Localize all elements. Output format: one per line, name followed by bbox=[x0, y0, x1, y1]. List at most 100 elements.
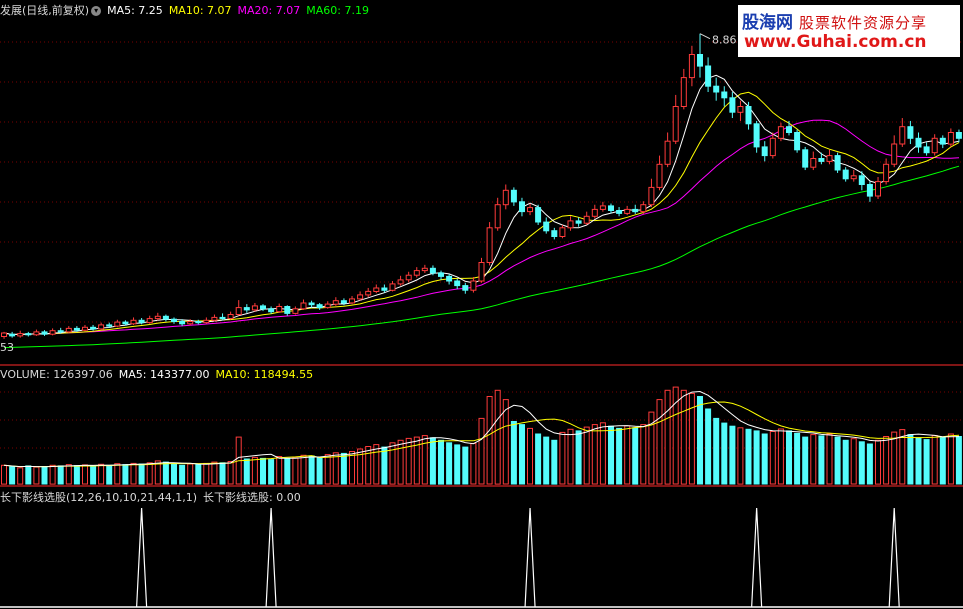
candle bbox=[899, 126, 906, 145]
candle bbox=[235, 307, 242, 316]
candle bbox=[608, 205, 614, 211]
candle bbox=[1, 332, 7, 337]
volume-bar bbox=[632, 427, 639, 485]
candle bbox=[656, 163, 663, 188]
candle bbox=[810, 158, 817, 168]
volume-bar bbox=[397, 439, 404, 485]
ma60-label: MA60: 7.19 bbox=[306, 4, 369, 17]
volume-bar bbox=[850, 438, 857, 485]
candle bbox=[421, 267, 428, 272]
volume-bar bbox=[769, 431, 776, 485]
volume-bar bbox=[786, 430, 792, 485]
candle bbox=[697, 54, 703, 67]
candle bbox=[575, 220, 582, 224]
volume-bar bbox=[640, 424, 647, 485]
volume-bar bbox=[260, 457, 266, 485]
candle bbox=[527, 207, 533, 213]
volume-bar bbox=[567, 428, 574, 485]
candle bbox=[616, 210, 623, 214]
candle bbox=[721, 91, 728, 99]
volume-bar bbox=[777, 428, 784, 485]
volume-bar bbox=[284, 458, 291, 485]
stock-chart[interactable]: 8.86 53 bbox=[0, 0, 963, 609]
indicator-header: 长下影线选股(12,26,10,10,21,44,1,1) 长下影线选股: 0.0… bbox=[0, 489, 307, 505]
volume-bar bbox=[470, 442, 477, 485]
candle bbox=[324, 303, 331, 309]
volume-ma10-label: MA10: 118494.55 bbox=[215, 368, 314, 381]
candle bbox=[454, 280, 461, 287]
candle bbox=[502, 189, 509, 206]
volume-bar bbox=[680, 389, 687, 485]
candle bbox=[211, 316, 218, 321]
volume-bar bbox=[57, 465, 64, 485]
candle bbox=[90, 326, 97, 330]
candle bbox=[187, 321, 194, 325]
volume-bar bbox=[373, 444, 380, 485]
volume-bar bbox=[907, 434, 914, 485]
volume-bar bbox=[41, 466, 48, 485]
candle bbox=[664, 140, 671, 165]
candle bbox=[883, 163, 890, 183]
candle bbox=[931, 137, 938, 154]
candle bbox=[57, 330, 64, 333]
candle bbox=[179, 321, 186, 325]
volume-bar bbox=[875, 439, 881, 485]
volume-bar bbox=[429, 437, 436, 485]
candle bbox=[640, 204, 647, 213]
volume-bar bbox=[219, 462, 226, 485]
chart-title: 发展(日线,前复权) bbox=[0, 4, 90, 17]
candle bbox=[17, 333, 24, 337]
candle bbox=[745, 106, 752, 125]
high-marker-line bbox=[699, 33, 711, 40]
candle bbox=[73, 327, 80, 331]
candle bbox=[753, 123, 760, 148]
candle bbox=[648, 186, 655, 206]
volume-bar bbox=[519, 424, 525, 485]
candle bbox=[446, 275, 453, 282]
ma5-label: MA5: 7.25 bbox=[107, 4, 163, 17]
candle bbox=[340, 300, 347, 304]
candle bbox=[794, 132, 801, 151]
volume-bar bbox=[842, 439, 849, 485]
volume-bar bbox=[114, 463, 121, 485]
candle bbox=[227, 314, 234, 319]
volume-panel[interactable] bbox=[1, 386, 962, 485]
candle bbox=[106, 324, 113, 327]
watermark-logo: 股海网 股票软件资源分享 www.Guhai.com.cn bbox=[738, 5, 960, 57]
candle bbox=[138, 319, 145, 324]
volume-bar bbox=[713, 417, 720, 485]
volume-bar bbox=[33, 466, 40, 485]
candle bbox=[98, 324, 105, 330]
volume-ma5-label: MA5: 143377.00 bbox=[118, 368, 210, 381]
watermark-url: www.Guhai.com.cn bbox=[744, 32, 927, 52]
candle bbox=[251, 305, 258, 311]
candle bbox=[786, 126, 792, 133]
volume-bar bbox=[82, 464, 88, 485]
candle bbox=[583, 215, 590, 224]
candle bbox=[624, 208, 631, 214]
volume-bar bbox=[365, 446, 372, 485]
candle bbox=[559, 227, 566, 238]
candle bbox=[114, 321, 121, 327]
candle bbox=[82, 326, 88, 331]
candle bbox=[308, 302, 315, 306]
volume-bar bbox=[243, 458, 250, 485]
volume-bar bbox=[883, 436, 890, 485]
signal-spike bbox=[265, 507, 277, 608]
low-price-label: 53 bbox=[0, 341, 14, 354]
volume-bar bbox=[866, 443, 873, 485]
candle bbox=[672, 106, 679, 142]
volume-bar bbox=[624, 425, 631, 485]
volume-bar bbox=[745, 428, 752, 485]
chevron-down-icon[interactable]: ▾ bbox=[91, 6, 102, 16]
candle bbox=[130, 319, 137, 325]
indicator-panel[interactable] bbox=[0, 507, 963, 608]
candle bbox=[729, 97, 736, 113]
volume-bar bbox=[65, 464, 72, 485]
volume-bar bbox=[122, 464, 129, 485]
candle bbox=[349, 298, 355, 304]
candle bbox=[171, 318, 177, 323]
ma20-label: MA20: 7.07 bbox=[237, 4, 301, 17]
volume-bar bbox=[599, 422, 606, 485]
candle bbox=[284, 306, 291, 314]
